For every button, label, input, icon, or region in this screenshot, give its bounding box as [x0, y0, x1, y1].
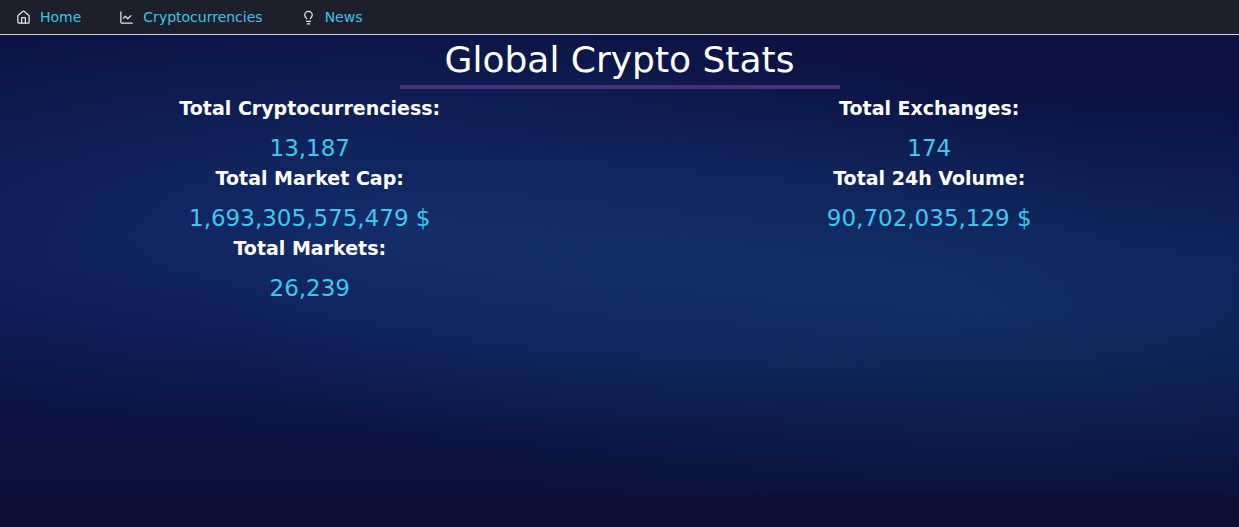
- stat-item: Total 24h Volume: 90,702,035,129 $: [827, 164, 1032, 234]
- nav-label: Cryptocurrencies: [143, 9, 262, 25]
- nav-bar: Home Cryptocurrencies News: [0, 0, 1239, 35]
- stats-grid: Total Cryptocurrenciess:13,187Total Mark…: [0, 94, 1239, 304]
- stat-value: 26,239: [270, 272, 350, 304]
- stat-label: Total Exchanges:: [839, 94, 1019, 122]
- nav-item[interactable]: News: [301, 9, 363, 25]
- stat-label: Total Market Cap:: [216, 164, 404, 192]
- stat-value: 90,702,035,129 $: [827, 202, 1032, 234]
- stat-item: Total Market Cap: 1,693,305,575,479 $: [189, 164, 430, 234]
- stat-item: Total Exchanges: 174: [839, 94, 1019, 164]
- home-icon: [16, 10, 31, 25]
- lightbulb-icon: [301, 10, 316, 25]
- stats-column: Total Exchanges: 174Total 24h Volume: 90,7…: [620, 94, 1239, 304]
- page-title: Global Crypto Stats: [400, 37, 840, 89]
- nav-item[interactable]: Cryptocurrencies: [119, 9, 262, 25]
- stat-value: 1,693,305,575,479 $: [189, 202, 430, 234]
- stat-label: Total 24h Volume:: [833, 164, 1025, 192]
- footer-strip: [0, 494, 1239, 527]
- stat-label: Total Markets:: [233, 234, 386, 262]
- stat-value: 174: [907, 132, 951, 164]
- stat-label: Total Cryptocurrenciess:: [179, 94, 440, 122]
- chart-icon: [119, 10, 134, 25]
- stat-item: Total Markets: 26,239: [233, 234, 386, 304]
- stats-column: Total Cryptocurrenciess:13,187Total Mark…: [0, 94, 620, 304]
- nav-item[interactable]: Home: [16, 9, 81, 25]
- stat-value: 13,187: [270, 132, 350, 164]
- page: Home Cryptocurrencies News Global Crypto St…: [0, 0, 1239, 527]
- stats-hero: Global Crypto StatsTotal Cryptocurrencie…: [0, 35, 1239, 494]
- stat-item: Total Cryptocurrenciess: 13,187: [179, 94, 440, 164]
- nav-label: Home: [40, 9, 81, 25]
- nav-label: News: [325, 9, 363, 25]
